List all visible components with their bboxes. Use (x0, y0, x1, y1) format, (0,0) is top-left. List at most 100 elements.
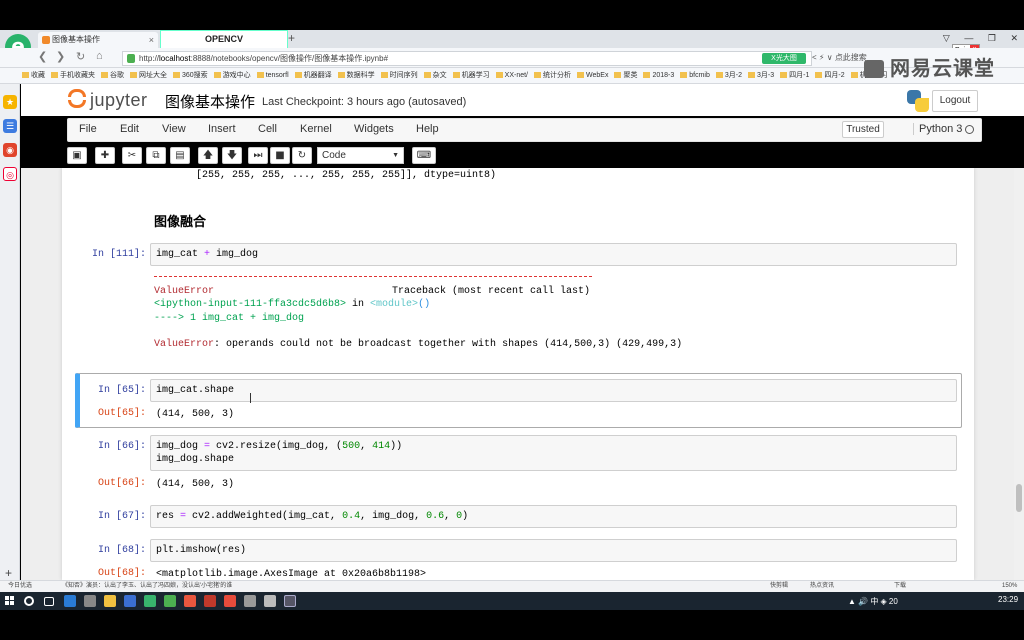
cell-111-code[interactable]: img_cat + img_dog (150, 243, 957, 266)
bookmark-item[interactable]: 2018-3 (643, 68, 674, 83)
status-download[interactable]: 下载 (894, 581, 906, 592)
bookmark-item[interactable]: bfcmib (680, 68, 710, 83)
maximize-icon[interactable]: ❐ (988, 33, 996, 43)
copy-button[interactable]: ⧉ (146, 147, 166, 164)
bookmark-item[interactable]: 聚类 (614, 68, 637, 83)
cell-66-code[interactable]: img_dog = cv2.resize(img_dog, (500, 414)… (150, 435, 957, 471)
status-hot-news[interactable]: 热点资讯 (810, 581, 834, 592)
menu-widgets[interactable]: Widgets (354, 123, 394, 135)
interrupt-button[interactable]: ■ (270, 147, 290, 164)
bookmark-item[interactable]: 数据科学 (337, 68, 375, 83)
app-icon[interactable] (244, 595, 256, 607)
edge-app-icon[interactable] (64, 595, 76, 607)
minimize-icon[interactable]: — (964, 33, 973, 43)
logout-button[interactable]: Logout (932, 90, 978, 112)
status-daily-picks[interactable]: 今日优选 (8, 581, 32, 592)
address-extras[interactable]: < ⚡ ∨ 点此搜索 (812, 52, 867, 63)
app-icon[interactable] (224, 595, 236, 607)
windows-start-icon[interactable] (5, 596, 15, 606)
new-tab-button[interactable]: + (288, 31, 295, 45)
tab-close-icon[interactable]: × (149, 32, 154, 48)
browser-app-icon[interactable] (144, 595, 156, 607)
bookmark-item[interactable]: 游戏中心 (213, 68, 251, 83)
bookmark-item[interactable]: 四月-1 (780, 68, 809, 83)
tab-notebook[interactable]: 图像基本操作 × (38, 32, 158, 48)
menu-view[interactable]: View (162, 123, 186, 135)
app-icon[interactable] (164, 595, 176, 607)
menu-file[interactable]: File (79, 123, 97, 135)
sidebar-add-button[interactable]: + (5, 566, 12, 580)
favorites-icon[interactable]: ★ (3, 95, 17, 109)
target-icon[interactable]: ◎ (3, 167, 17, 181)
bookmark-item[interactable]: XX-net/ (495, 68, 528, 83)
bookmark-item[interactable]: 四月-2 (815, 68, 845, 83)
bookmark-item[interactable]: 收藏 (22, 68, 45, 83)
skin-icon[interactable]: ▽ (943, 33, 950, 43)
bookmark-item[interactable]: WebEx (577, 68, 608, 83)
system-tray[interactable]: ▲ 🔊 中 ◈ 20 (848, 596, 898, 607)
scrollbar-track[interactable] (1014, 168, 1024, 580)
search-icon[interactable] (24, 596, 34, 606)
code-number: 414 (372, 441, 391, 452)
command-palette-button[interactable]: ⌨ (412, 147, 436, 164)
weibo-icon[interactable]: ◉ (3, 143, 17, 157)
bookmark-item[interactable]: 3月-3 (748, 68, 774, 83)
app-icon[interactable] (124, 595, 136, 607)
cell-67-code[interactable]: res = cv2.addWeighted(img_cat, 0.4, img_… (150, 505, 957, 528)
jupyter-brand[interactable]: jupyter (90, 90, 148, 111)
menu-help[interactable]: Help (416, 123, 439, 135)
app-icon[interactable] (84, 595, 96, 607)
bookmark-item[interactable]: 杂文 (423, 68, 447, 83)
app-icon[interactable] (264, 595, 276, 607)
jupyter-logo-icon[interactable] (68, 88, 86, 110)
bookmark-item[interactable]: 3月-2 (715, 68, 742, 83)
status-news[interactable]: 《知否》演员：认出了李玉、认出了冯四娘，没认出'小宅猪'的谁 (62, 581, 232, 592)
cell-type-select[interactable]: Code ▼ (317, 147, 404, 164)
bookmark-item[interactable]: 时间序列 (380, 68, 418, 83)
menu-edit[interactable]: Edit (120, 123, 139, 135)
move-down-button[interactable]: 🡇 (222, 147, 242, 164)
status-zoom[interactable]: 150% (1002, 581, 1017, 592)
bookmark-item[interactable]: 谷歌 (101, 68, 124, 83)
status-quick-edit[interactable]: 快剪辑 (770, 581, 788, 592)
menu-cell[interactable]: Cell (258, 123, 277, 135)
forward-icon[interactable]: ❯ (56, 50, 65, 63)
cell-66-out-prompt: Out[66]: (97, 478, 146, 489)
task-view-icon[interactable] (44, 597, 54, 606)
bookmark-item[interactable]: 手机收藏夹 (51, 68, 95, 83)
app-icon[interactable] (184, 595, 196, 607)
cell-68-code[interactable]: plt.imshow(res) (150, 539, 957, 562)
url-badge[interactable]: X光大图 (762, 53, 806, 64)
scrollbar-thumb[interactable] (1016, 484, 1022, 512)
paste-button[interactable]: ▤ (170, 147, 190, 164)
bookmark-item[interactable]: 机器翻译 (294, 68, 332, 83)
save-button[interactable]: ▣ (67, 147, 87, 164)
notebook-title[interactable]: 图像基本操作 (165, 91, 255, 112)
home-icon[interactable]: ⌂ (96, 50, 103, 62)
news-icon[interactable]: ☰ (3, 119, 17, 133)
taskbar-clock[interactable]: 23:29 (998, 595, 1018, 604)
menu-kernel[interactable]: Kernel (300, 123, 332, 135)
menu-insert[interactable]: Insert (208, 123, 236, 135)
bookmark-item[interactable]: 统计分析 (534, 68, 571, 83)
explorer-app-icon[interactable] (104, 595, 116, 607)
app-icon[interactable] (284, 595, 296, 607)
refresh-icon[interactable]: ↻ (76, 50, 85, 63)
bookmark-item[interactable]: 360搜索 (173, 68, 208, 83)
app-icon[interactable] (204, 595, 216, 607)
move-up-button[interactable]: 🡅 (198, 147, 218, 164)
close-window-icon[interactable]: ✕ (1010, 33, 1018, 43)
insert-cell-button[interactable]: ✚ (95, 147, 115, 164)
url-input[interactable]: http://localhost:8888/notebooks/opencv/图… (122, 51, 812, 66)
browser-statusbar: 今日优选 《知否》演员：认出了李玉、认出了冯四娘，没认出'小宅猪'的谁 快剪辑 … (0, 580, 1024, 592)
bookmark-item[interactable]: tensorfl (256, 68, 289, 83)
bookmark-item[interactable]: 机器学习 (452, 68, 490, 83)
restart-button[interactable]: ↻ (292, 147, 312, 164)
tab-opencv[interactable]: OPENCV (160, 30, 288, 48)
cut-button[interactable]: ✂ (122, 147, 142, 164)
cell-65-code[interactable]: img_cat.shape (150, 379, 957, 402)
trusted-indicator[interactable]: Trusted (842, 121, 884, 138)
back-icon[interactable]: ❮ (38, 50, 47, 63)
run-button[interactable]: ⏭ (248, 147, 268, 164)
bookmark-item[interactable]: 网址大全 (130, 68, 167, 83)
